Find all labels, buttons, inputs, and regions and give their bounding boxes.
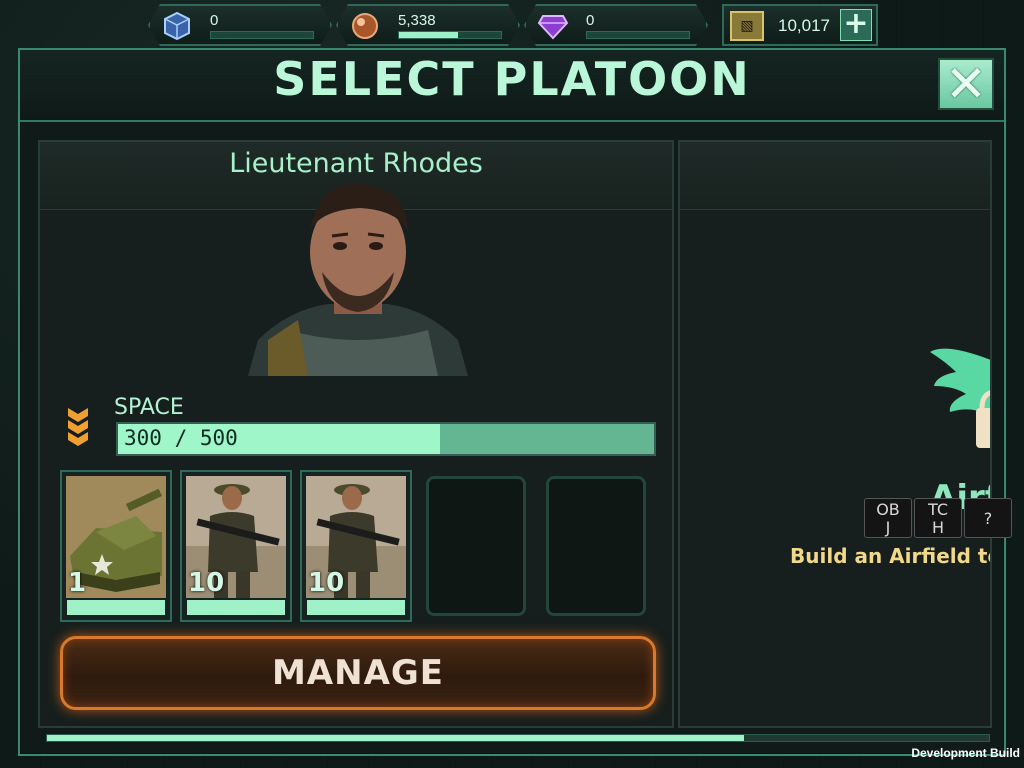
commander-portrait [248, 180, 468, 376]
window-title: SELECT PLATOON [273, 52, 751, 106]
unit-count: 1 [68, 568, 87, 598]
key-tc-h[interactable]: TC H [914, 498, 962, 538]
commander-name: Lieutenant Rhodes [229, 148, 483, 179]
unit-health-bar [67, 600, 165, 615]
unit-count: 10 [308, 568, 345, 598]
manage-label: MANAGE [271, 653, 445, 693]
unit-slot-rifleman[interactable]: 10 [300, 470, 412, 622]
loading-progress-bar [46, 734, 990, 742]
key-bottom: J [885, 518, 891, 537]
gem-value: 0 [586, 12, 595, 29]
rank-chevrons-icon [66, 406, 90, 450]
close-button[interactable]: ✕ [938, 58, 994, 110]
title-bar: SELECT PLATOON ✕ [20, 50, 1004, 122]
unit-slot-rifleman[interactable]: 10 [180, 470, 292, 622]
winged-lock-icon [926, 342, 990, 462]
ore-value: 5,338 [398, 12, 436, 29]
purple-gem-icon [536, 11, 570, 41]
resource-gem[interactable]: 0 [524, 4, 708, 46]
resource-gold[interactable]: ▧ 10,017 + [722, 4, 878, 46]
platoon-card[interactable]: Lieutenant Rhodes SPACE 300 / 500 1 10 1… [38, 140, 674, 728]
key-ob-j[interactable]: OB J [864, 498, 912, 538]
add-gold-button[interactable]: + [840, 9, 872, 41]
gold-bars-icon: ▧ [730, 11, 764, 41]
key-bottom: H [931, 518, 945, 537]
debug-key-overlay: OB J TC H ? [864, 498, 1012, 538]
key-top: TC [927, 500, 948, 519]
development-build-label: Development Build [911, 746, 1020, 760]
unit-count: 10 [188, 568, 225, 598]
empty-unit-slot[interactable] [426, 476, 526, 616]
unit-health-bar [307, 600, 405, 615]
unit-slots: 1 10 10 [60, 470, 660, 626]
close-icon: ✕ [945, 55, 987, 113]
unit-health-bar [187, 600, 285, 615]
space-value: 300 / 500 [124, 426, 238, 450]
unit-slot-tank[interactable]: 1 [60, 470, 172, 622]
ore-orb-icon [348, 11, 382, 41]
key-top: ? [983, 509, 993, 528]
empty-unit-slot[interactable] [546, 476, 646, 616]
ore-bar [398, 31, 502, 39]
select-platoon-window: SELECT PLATOON ✕ Lieutenant Rhodes SPACE… [18, 48, 1006, 756]
airfield-hint: Build an Airfield to [790, 544, 992, 568]
gem-bar [586, 31, 690, 39]
space-label: SPACE [114, 395, 184, 420]
key-help[interactable]: ? [964, 498, 1012, 538]
gold-value: 10,017 [778, 16, 830, 35]
airfield-card[interactable]: Airfi Build an Airfield to [678, 140, 992, 728]
resource-cube[interactable]: 0 [148, 4, 332, 46]
cube-value: 0 [210, 12, 219, 29]
resource-ore[interactable]: 5,338 [336, 4, 520, 46]
key-top: OB [876, 500, 900, 519]
cube-icon [160, 11, 194, 41]
space-bar: 300 / 500 [116, 422, 656, 456]
airfield-card-header [680, 142, 990, 210]
cube-bar [210, 31, 314, 39]
manage-button[interactable]: MANAGE [60, 636, 656, 710]
